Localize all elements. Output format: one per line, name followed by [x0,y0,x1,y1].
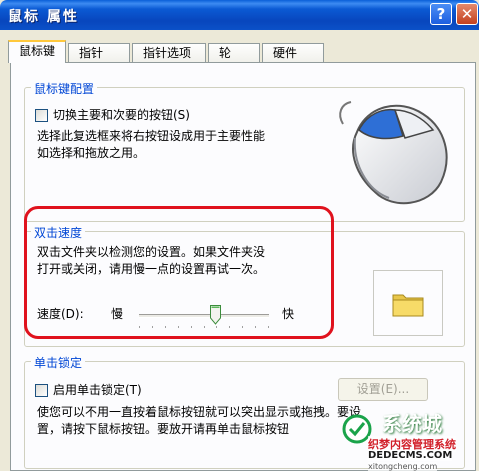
highlight-annotation [24,206,334,339]
tab-pointer-options[interactable]: 指针选项 [132,43,206,63]
switch-buttons-checkbox[interactable] [35,109,48,122]
watermark-line2: DEDECMS.COM [368,450,453,461]
folder-icon[interactable] [392,291,424,317]
click-lock-checkbox-row[interactable]: 启用单击锁定(T) [35,381,142,398]
click-lock-checkbox[interactable] [35,384,48,397]
switch-buttons-label: 切换主要和次要的按钮(S) [53,108,190,122]
double-click-test-area[interactable] [373,270,443,336]
tab-wheel[interactable]: 轮 [208,43,260,63]
button-config-description: 选择此复选框来将右按钮设成用于主要性能 如选择和拖放之用。 [37,128,327,162]
mouse-icon [339,101,448,205]
close-button[interactable]: ✕ [456,3,478,25]
button-config-desc-line: 如选择和拖放之用。 [37,146,146,160]
button-config-group: 鼠标键配置 切换主要和次要的按钮(S) 选择此复选框来将右按钮设成用于主要性能 … [24,80,465,222]
help-button[interactable]: ? [430,3,452,25]
button-config-desc-line: 选择此复选框来将右按钮设成用于主要性能 [37,129,266,143]
click-lock-label: 启用单击锁定(T) [53,383,142,397]
click-lock-legend: 单击锁定 [31,354,86,371]
tab-buttons[interactable]: 鼠标键 [8,40,66,63]
watermark-line3: xitongcheng.com [368,462,438,471]
title-bar: 鼠标 属性 ? ✕ [0,0,479,30]
watermark-overlay: 系统城 织梦内容管理系统 DEDECMS.COM xitongcheng.com [338,408,479,471]
tab-pointers[interactable]: 指针 [68,43,130,63]
click-lock-settings-button[interactable]: 设置(E)... [338,378,428,401]
watermark-brand: 系统城 [382,412,442,436]
tab-hardware[interactable]: 硬件 [262,43,324,63]
switch-buttons-checkbox-row[interactable]: 切换主要和次要的按钮(S) [35,106,190,123]
window-title: 鼠标 属性 [8,9,79,25]
button-config-legend: 鼠标键配置 [31,80,98,97]
